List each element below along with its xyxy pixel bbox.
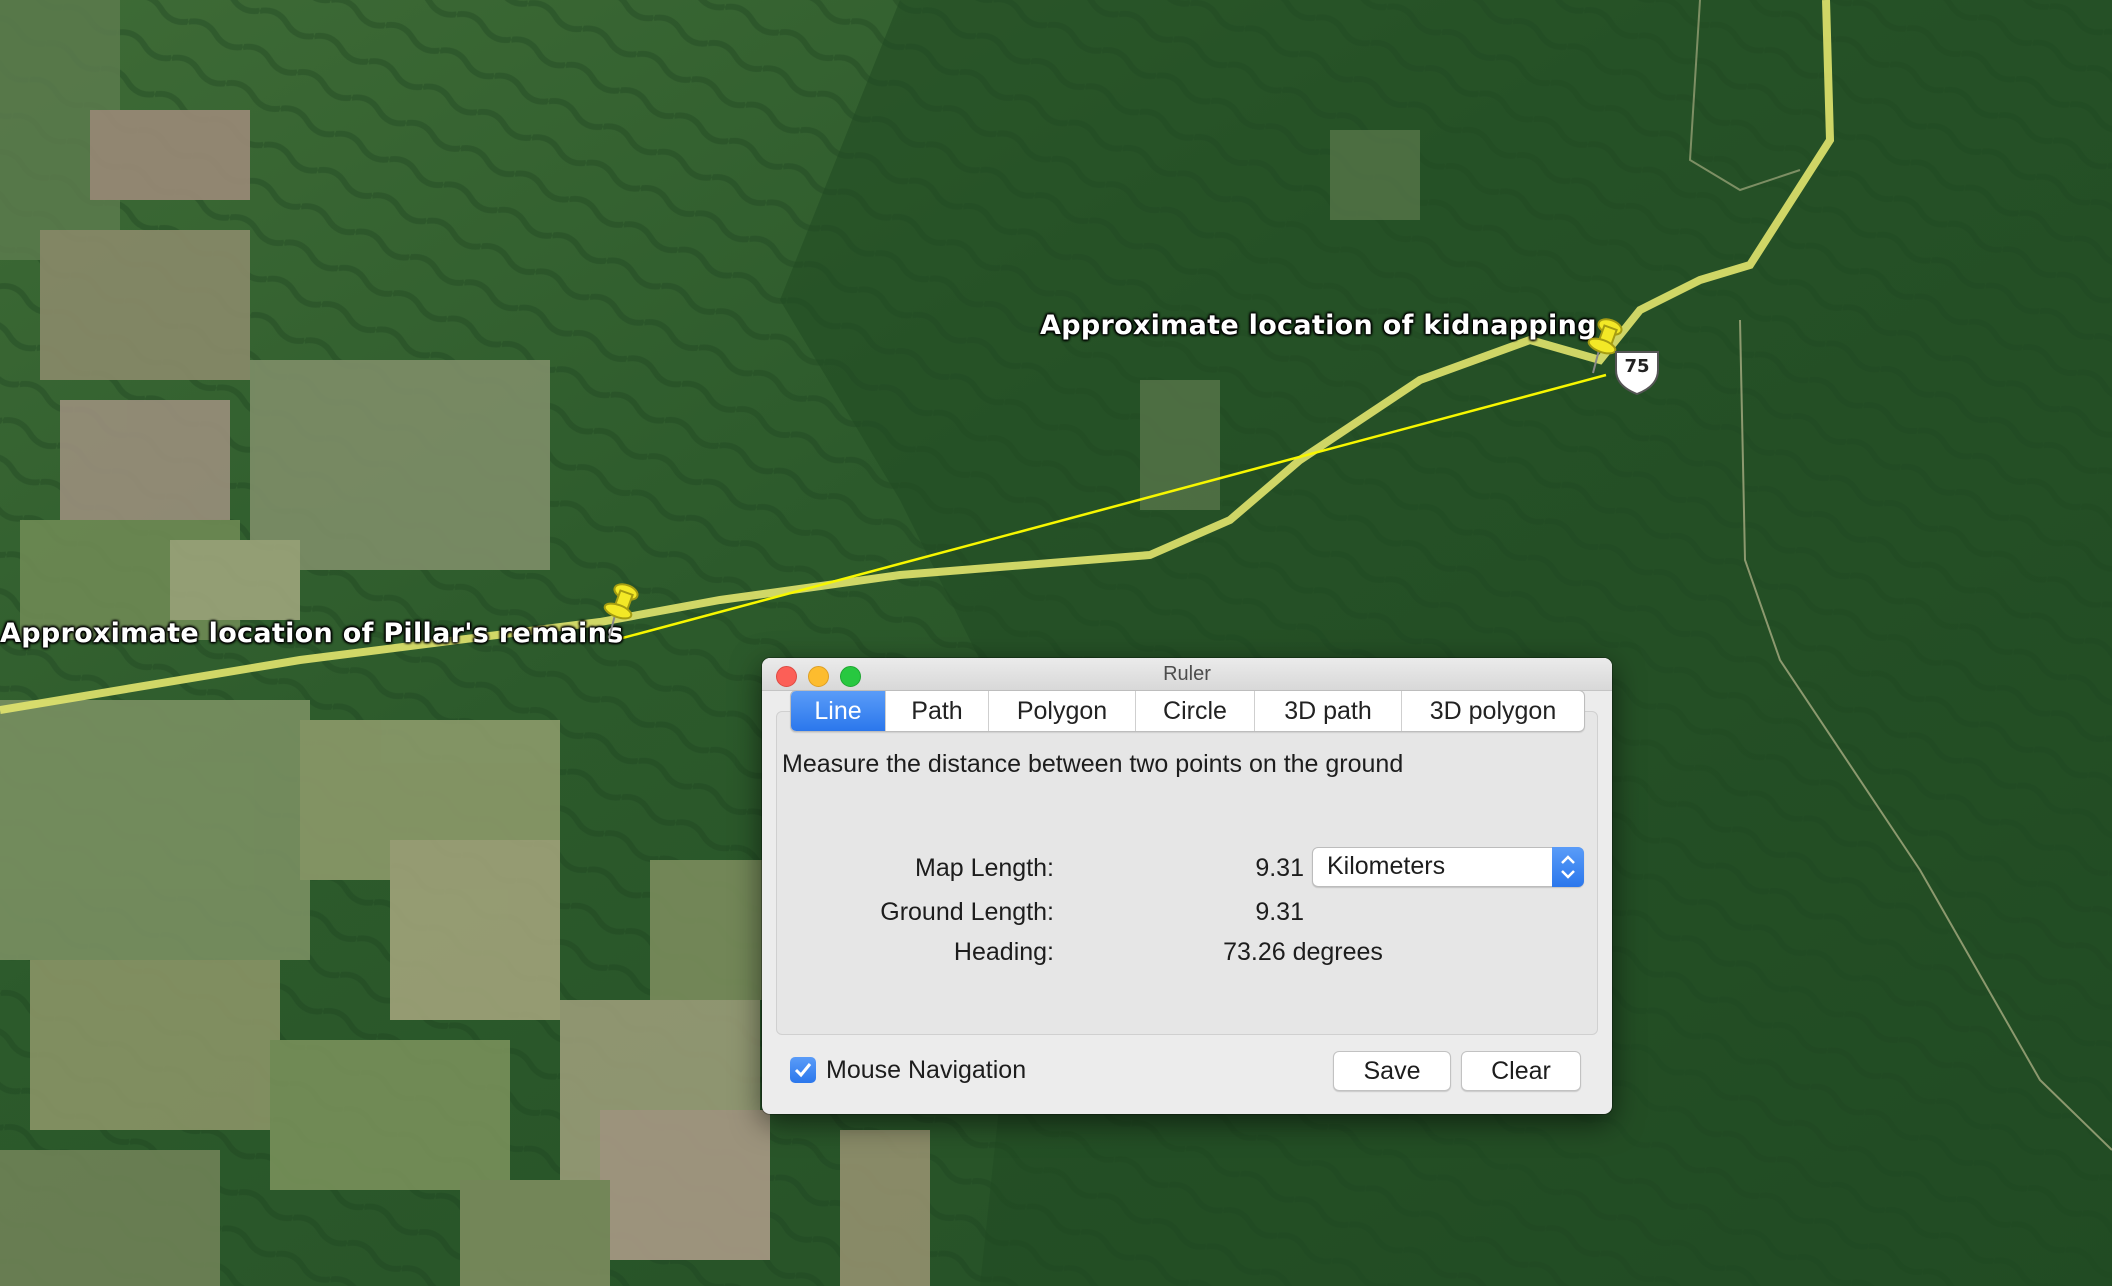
checkmark-icon [794, 1063, 812, 1078]
placemark-label-remains[interactable]: Approximate location of Pillar's remains [0, 618, 623, 649]
ground-length-label: Ground Length: [880, 898, 1054, 926]
ground-length-value: 9.31 [1255, 898, 1304, 926]
ruler-titlebar[interactable]: Ruler [762, 658, 1612, 691]
clear-button[interactable]: Clear [1461, 1051, 1581, 1091]
tab-circle[interactable]: Circle [1136, 691, 1255, 731]
heading-value: 73.26 degrees [1223, 938, 1383, 966]
pushpin-icon[interactable] [598, 580, 646, 640]
tab-3d-path[interactable]: 3D path [1255, 691, 1402, 731]
placemark-label-kidnapping[interactable]: Approximate location of kidnapping [1040, 310, 1597, 341]
ruler-description: Measure the distance between two points … [782, 750, 1404, 778]
tab-line[interactable]: Line [791, 691, 886, 731]
window-title: Ruler [1163, 663, 1211, 685]
map-length-label: Map Length: [915, 854, 1054, 882]
tab-polygon[interactable]: Polygon [989, 691, 1136, 731]
road-shield-number: 75 [1624, 356, 1650, 377]
ruler-tabs: Line Path Polygon Circle 3D path 3D poly… [790, 690, 1585, 732]
mouse-navigation-checkbox[interactable] [790, 1057, 816, 1083]
ruler-dialog: Ruler Line Path Polygon Circle 3D path 3… [762, 658, 1612, 1114]
unit-select-value: Kilometers [1327, 852, 1446, 880]
unit-select[interactable]: Kilometers [1312, 847, 1584, 887]
save-button[interactable]: Save [1333, 1051, 1451, 1091]
map-length-value: 9.31 [1255, 854, 1304, 882]
mouse-navigation-label[interactable]: Mouse Navigation [826, 1056, 1026, 1085]
tab-3d-polygon[interactable]: 3D polygon [1402, 691, 1584, 731]
tab-path[interactable]: Path [886, 691, 989, 731]
heading-label: Heading: [953, 938, 1054, 966]
chevron-updown-icon [1552, 847, 1584, 887]
road-shield-icon: 75 [1612, 348, 1662, 396]
